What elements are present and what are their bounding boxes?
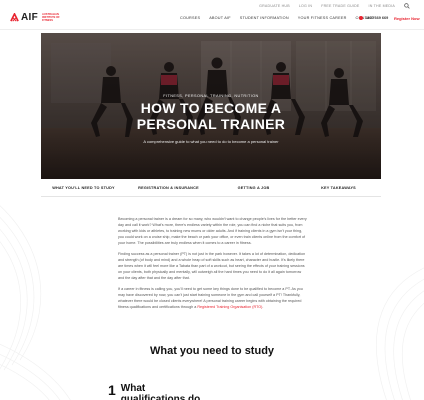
hero-eyebrow: Fitness, Personal Training, Nutrition [163, 94, 259, 98]
utility-link-log-in[interactable]: Log in [299, 4, 312, 8]
header-divider [0, 29, 424, 30]
nav-item-student-information[interactable]: Student information [240, 16, 289, 20]
phone-link[interactable]: 1300 669 669 [359, 16, 388, 20]
nav-item-courses[interactable]: Courses [180, 16, 200, 20]
main-nav: Courses About AIF Student information Yo… [180, 16, 375, 20]
intro-text: Becoming a personal trainer is a dream f… [118, 216, 308, 315]
section-tabs: What you'll need to study Registration &… [41, 186, 381, 196]
hero-banner: Fitness, Personal Training, Nutrition Ho… [41, 33, 381, 179]
tab-getting-a-job[interactable]: Getting a job [211, 186, 296, 196]
intro-paragraph-1: Becoming a personal trainer is a dream f… [118, 217, 307, 245]
page-title-line-2: personal trainer [136, 115, 286, 132]
section-title: What you need to study [149, 345, 275, 357]
intro-paragraph-3-end: . [262, 305, 264, 309]
tab-registration-insurance[interactable]: Registration & insurance [126, 186, 211, 196]
rto-link[interactable]: Registered Training Organisation (RTO) [197, 305, 262, 309]
item-title: What qualifications do you need to be a [120, 383, 201, 400]
utility-link-in-the-media[interactable]: In the media [369, 4, 396, 8]
logo-subtitle: Australian Institute of Fitness [42, 13, 60, 22]
aif-logo-mark-icon [10, 13, 19, 22]
item-number: 1 [108, 382, 116, 398]
nav-item-about-aif[interactable]: About AIF [209, 16, 231, 20]
page-title: How to become a personal trainer [41, 100, 381, 132]
phone-number: 1300 669 669 [365, 16, 389, 20]
utility-link-free-trade-guide[interactable]: Free trade guide [321, 4, 359, 8]
site-header: AIF Australian Institute of Fitness Cour… [0, 9, 424, 29]
phone-icon [359, 16, 363, 20]
numbered-item: 1 What qualifications do you need to be … [108, 383, 211, 400]
register-now-link[interactable]: Register Now [394, 16, 420, 21]
intro-paragraph-3: If a career in fitness is calling you, y… [118, 286, 308, 310]
tab-key-takeaways[interactable]: Key takeaways [296, 186, 381, 196]
logo-brand-text: AIF [21, 12, 39, 23]
tabs-divider [41, 196, 381, 197]
aif-logo[interactable]: AIF Australian Institute of Fitness [10, 12, 62, 23]
intro-paragraph-2: Finding success as a personal trainer (P… [118, 252, 306, 280]
utility-link-graduate-hub[interactable]: Graduate hub [259, 4, 290, 8]
tab-what-youll-need-to-study[interactable]: What you'll need to study [41, 186, 126, 196]
nav-item-your-fitness-career[interactable]: Your fitness career [298, 16, 347, 20]
hero-lede: A comprehensive guide to what you need t… [143, 139, 279, 144]
page-title-line-1: How to become a [140, 100, 282, 116]
